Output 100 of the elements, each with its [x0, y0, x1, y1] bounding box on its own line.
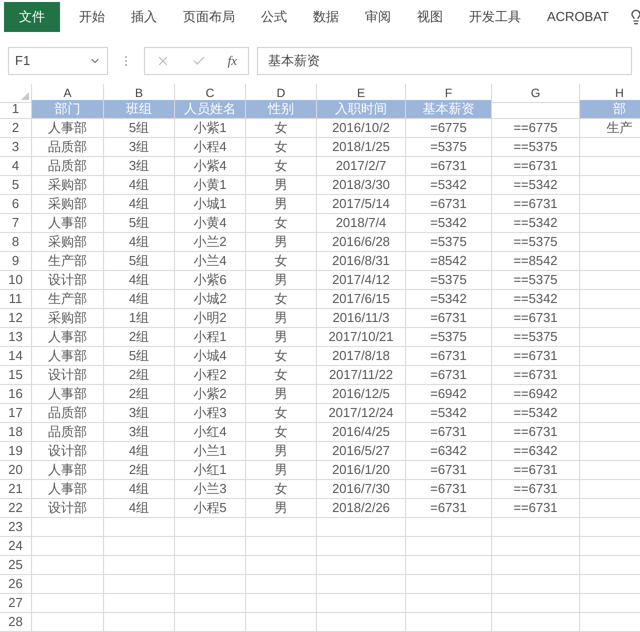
table-cell: 生产部 [32, 252, 104, 271]
row-number[interactable]: 11 [0, 290, 32, 309]
ribbon-tab[interactable]: 页面布局 [170, 2, 248, 32]
table-cell: ==5342 [492, 176, 580, 195]
column-title-cell: 人员姓名 [175, 100, 246, 119]
row-number[interactable]: 15 [0, 366, 32, 385]
table-cell: 小紫1 [175, 119, 246, 138]
ribbon-tab[interactable]: 视图 [404, 2, 456, 32]
table-cell: 小紫4 [175, 157, 246, 176]
row-number[interactable]: 26 [0, 575, 32, 594]
table-cell: 小紫6 [175, 271, 246, 290]
ribbon-tab[interactable]: 审阅 [352, 2, 404, 32]
table-cell: 2018/7/4 [317, 214, 406, 233]
table-cell: ==6942 [492, 385, 580, 404]
table-cell: 小程3 [175, 404, 246, 423]
empty-cell [246, 575, 317, 594]
row-number[interactable]: 3 [0, 138, 32, 157]
column-header[interactable]: G [492, 84, 580, 103]
row-number[interactable]: 20 [0, 461, 32, 480]
formula-input[interactable]: 基本薪资 [257, 47, 632, 75]
ribbon-tab[interactable]: 开始 [66, 2, 118, 32]
table-cell: 3组 [104, 404, 175, 423]
table-cell: 小兰4 [175, 252, 246, 271]
table-cell: 设计部 [32, 271, 104, 290]
column-title-cell: 部门 [32, 100, 104, 119]
row-number[interactable]: 24 [0, 537, 32, 556]
empty-cell [246, 594, 317, 613]
table-cell: 2018/2/26 [317, 499, 406, 518]
table-cell: 人事部 [32, 385, 104, 404]
column-title-cell: 部 [580, 100, 640, 119]
row-number[interactable]: 14 [0, 347, 32, 366]
select-all-triangle-icon[interactable] [21, 92, 29, 100]
ribbon-tab[interactable]: 数据 [300, 2, 352, 32]
empty-cell [32, 518, 104, 537]
table-cell: 4组 [104, 290, 175, 309]
row-number[interactable]: 16 [0, 385, 32, 404]
table-cell: 2016/6/28 [317, 233, 406, 252]
table-cell: 4组 [104, 271, 175, 290]
table-cell: =6731 [406, 480, 492, 499]
table-cell: 2017/12/24 [317, 404, 406, 423]
row-number[interactable]: 6 [0, 195, 32, 214]
table-cell: 小城4 [175, 347, 246, 366]
row-number[interactable]: 4 [0, 157, 32, 176]
table-cell: 小城1 [175, 195, 246, 214]
empty-cell [175, 613, 246, 632]
ribbon-tab[interactable]: 文件 [4, 2, 60, 32]
table-cell: 2016/7/30 [317, 480, 406, 499]
table-cell: ==5342 [492, 214, 580, 233]
row-number[interactable]: 9 [0, 252, 32, 271]
table-cell: 1组 [104, 309, 175, 328]
table-cell: ==6731 [492, 347, 580, 366]
row-number[interactable]: 21 [0, 480, 32, 499]
row-number[interactable]: 23 [0, 518, 32, 537]
table-cell: 品质部 [32, 138, 104, 157]
table-cell: 2018/1/25 [317, 138, 406, 157]
table-cell: 男 [246, 385, 317, 404]
table-cell: 2017/2/7 [317, 157, 406, 176]
empty-cell [104, 556, 175, 575]
table-cell: 人事部 [32, 119, 104, 138]
empty-cell [246, 537, 317, 556]
table-cell: 品质部 [32, 404, 104, 423]
table-cell: 3组 [104, 157, 175, 176]
table-cell: 男 [246, 461, 317, 480]
row-number[interactable]: 28 [0, 613, 32, 632]
row-number[interactable]: 18 [0, 423, 32, 442]
table-cell: =5342 [406, 290, 492, 309]
row-number[interactable]: 12 [0, 309, 32, 328]
table-cell: 小红1 [175, 461, 246, 480]
ribbon-tab[interactable]: 开发工具 [456, 2, 534, 32]
row-number[interactable]: 22 [0, 499, 32, 518]
ribbon-tab[interactable]: ACROBAT [534, 2, 622, 32]
row-number[interactable]: 5 [0, 176, 32, 195]
row-number[interactable]: 19 [0, 442, 32, 461]
insert-function-button[interactable]: fx [228, 51, 238, 71]
name-box[interactable]: F1 [8, 47, 108, 75]
row-number[interactable]: 10 [0, 271, 32, 290]
row-number[interactable]: 27 [0, 594, 32, 613]
table-cell: 2016/10/2 [317, 119, 406, 138]
row-number[interactable]: 25 [0, 556, 32, 575]
empty-cell [32, 537, 104, 556]
empty-cell [32, 556, 104, 575]
row-number[interactable]: 17 [0, 404, 32, 423]
table-cell: =6731 [406, 461, 492, 480]
table-cell: 2017/11/22 [317, 366, 406, 385]
empty-cell [175, 518, 246, 537]
ribbon-tab[interactable]: 插入 [118, 2, 170, 32]
row-number[interactable]: 2 [0, 119, 32, 138]
table-cell: 2016/8/31 [317, 252, 406, 271]
ribbon-tab[interactable]: 公式 [248, 2, 300, 32]
column-title-cell: 入职时间 [317, 100, 406, 119]
row-number[interactable]: 13 [0, 328, 32, 347]
table-cell: 男 [246, 442, 317, 461]
empty-cell [104, 537, 175, 556]
table-cell: 男 [246, 195, 317, 214]
row-number[interactable]: 8 [0, 233, 32, 252]
row-number[interactable]: 7 [0, 214, 32, 233]
table-cell: =5375 [406, 138, 492, 157]
table-cell: 4组 [104, 176, 175, 195]
table-cell: =6731 [406, 347, 492, 366]
table-cell: 2016/12/5 [317, 385, 406, 404]
